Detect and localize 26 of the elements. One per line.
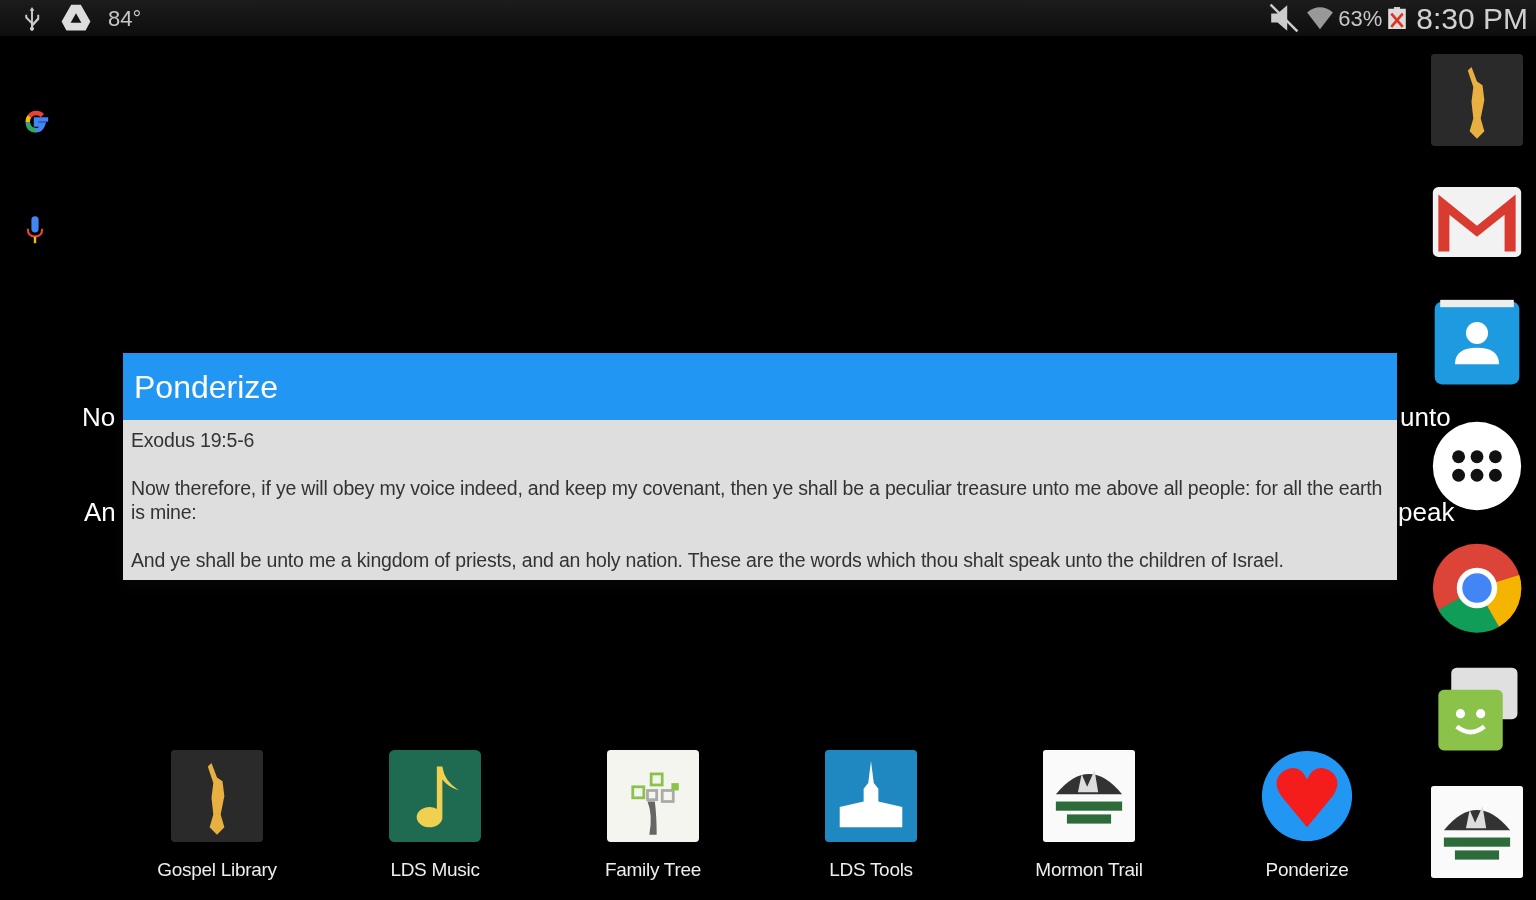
scripture-reference: Exodus 19:5-6 xyxy=(131,428,256,452)
browser-icon[interactable] xyxy=(1431,542,1523,634)
battery-percentage: 63% xyxy=(1338,4,1383,33)
temperature: 84° xyxy=(108,4,142,33)
app-label[interactable]: LDS Music xyxy=(390,855,480,884)
widget-text: peak xyxy=(1398,499,1455,525)
app-label[interactable]: Mormon Trail xyxy=(1035,855,1143,884)
widget-text: unto xyxy=(1400,404,1451,430)
verse-text: Now therefore, if ye will obey my voice indeed, and keep my covenant, then ye shall be a peculiar treasure unto me above all people: for all the earth is mine: xyxy=(131,476,1384,524)
app-label[interactable]: Gospel Library xyxy=(157,855,277,884)
widget-text: No xyxy=(82,404,116,430)
family-tree-icon[interactable] xyxy=(607,749,699,842)
app-label[interactable]: Ponderize xyxy=(1265,855,1349,884)
app-label[interactable]: LDS Tools xyxy=(829,855,913,884)
angel-statue-icon[interactable] xyxy=(1431,54,1523,146)
mountain-logo-icon[interactable] xyxy=(1431,786,1523,878)
triangle-logo-icon xyxy=(60,3,92,33)
widget-text: An xyxy=(84,499,116,525)
music-note-icon[interactable] xyxy=(389,749,481,842)
popup-title: Ponderize xyxy=(123,353,1397,420)
church-icon[interactable] xyxy=(825,749,917,842)
clock: 8:30 PM xyxy=(1416,0,1528,37)
mountain-logo-icon[interactable] xyxy=(1043,749,1135,842)
verse-text: And ye shall be unto me a kingdom of priests, and an holy nation. These are the words which thou shalt speak unto the children of Israel. xyxy=(131,548,1285,572)
angel-statue-icon[interactable] xyxy=(171,749,263,842)
app-label[interactable]: Family Tree xyxy=(605,855,701,884)
